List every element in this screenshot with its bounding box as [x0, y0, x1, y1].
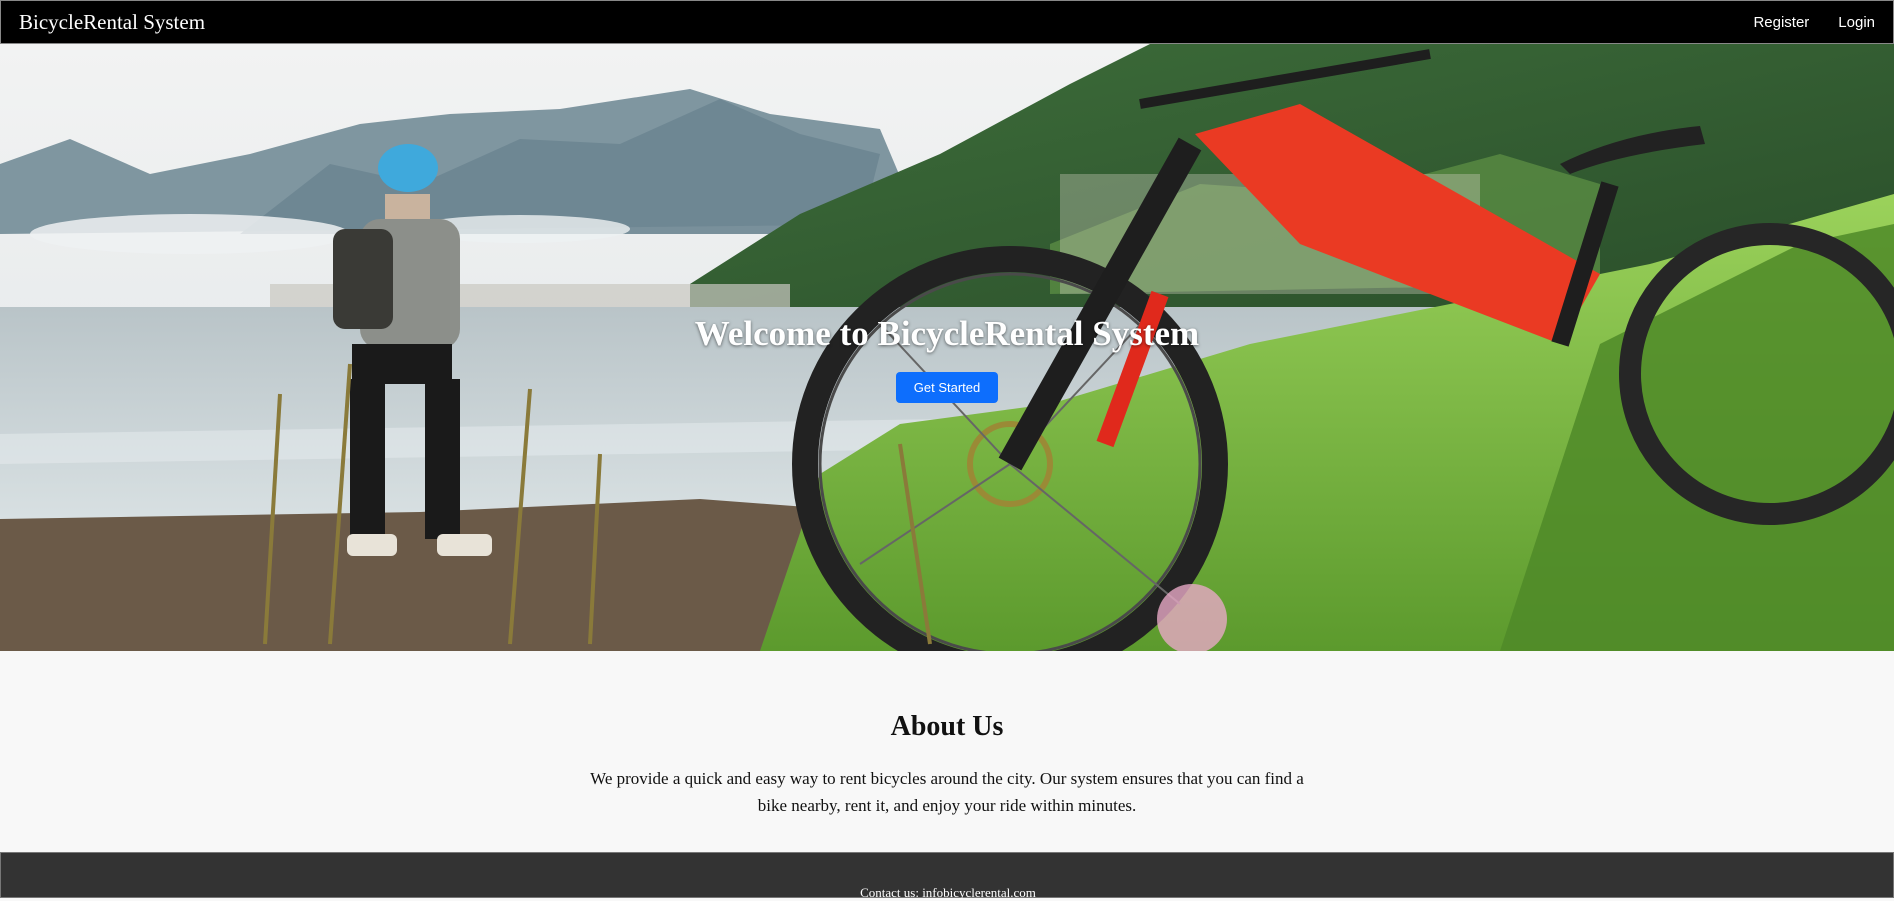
about-title: About Us [890, 711, 1004, 742]
footer-contact: Contact us: infobicyclerental.com [860, 885, 1036, 900]
nav-links: Register Login [1753, 14, 1875, 31]
login-link[interactable]: Login [1838, 14, 1875, 31]
navbar: BicycleRental System Register Login [0, 0, 1894, 44]
brand-link[interactable]: BicycleRental System [19, 10, 205, 35]
hero-section: Welcome to BicycleRental System Get Star… [0, 44, 1894, 651]
get-started-button[interactable]: Get Started [895, 372, 999, 404]
hero-title: Welcome to BicycleRental System [694, 314, 1200, 353]
register-link[interactable]: Register [1753, 14, 1809, 31]
footer: Contact us: infobicyclerental.com [0, 852, 1894, 900]
about-section: About Us We provide a quick and easy way… [0, 651, 1894, 852]
about-text: We provide a quick and easy way to rent … [590, 769, 1304, 815]
hero-content: Welcome to BicycleRental System Get Star… [0, 314, 1894, 404]
